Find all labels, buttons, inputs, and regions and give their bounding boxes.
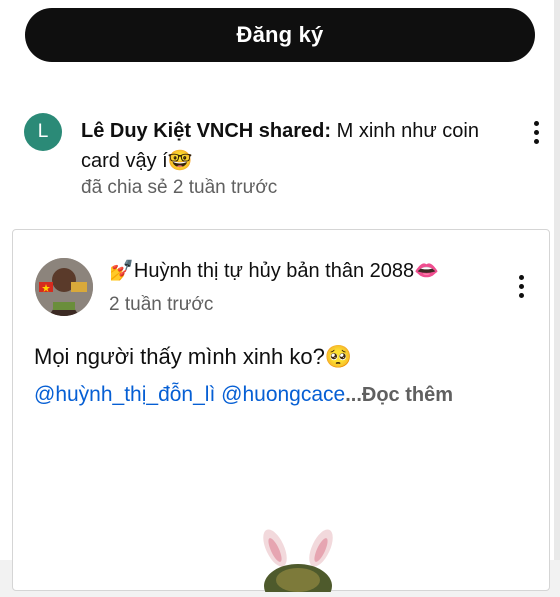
post-author-name: Huỳnh thị tự hủy bản thân 2088 [133,260,415,282]
avatar-letter: L [37,121,49,142]
read-more-link[interactable]: Đọc thêm [362,384,453,406]
share-text: Lê Duy Kiệt VNCH shared: M xinh như coin… [81,116,511,176]
post-timestamp: 2 tuần trước [109,294,214,315]
share-timestamp: đã chia sẻ 2 tuần trước [81,177,278,198]
post-author[interactable]: 💅Huỳnh thị tự hủy bản thân 2088👄 [109,258,439,283]
shared-post-card[interactable]: 💅Huỳnh thị tự hủy bản thân 2088👄 2 tuần … [12,229,550,597]
community-page: Đăng ký L Lê Duy Kiệt VNCH shared: M xin… [0,0,554,597]
more-vert-icon[interactable] [526,117,546,147]
more-vert-icon[interactable] [511,271,531,301]
sharer-avatar[interactable]: L [24,113,62,151]
post-tags: @huỳnh_thị_đỗn_lì @huongcace...Đọc thêm [34,383,453,407]
post-image[interactable] [243,512,353,597]
scrollbar[interactable] [554,0,560,560]
mention-link[interactable]: @huỳnh_thị_đỗn_lì [34,383,215,406]
post-text: Mọi người thấy mình xinh ko?🥺 [34,344,352,370]
author-avatar[interactable] [35,258,93,316]
ellipsis: ... [345,384,362,406]
post-body: Mọi người thấy mình xinh ko? [34,344,325,369]
subscribe-button[interactable]: Đăng ký [25,8,535,62]
nerd-emoji: 🤓 [167,150,193,172]
sharer-name[interactable]: Lê Duy Kiệt VNCH shared: [81,120,331,142]
mention-link[interactable]: @huongcace [221,383,345,406]
pleading-emoji: 🥺 [324,344,353,369]
nail-emoji: 💅 [109,260,134,282]
subscribe-label: Đăng ký [236,22,324,47]
lips-emoji: 👄 [414,260,440,282]
